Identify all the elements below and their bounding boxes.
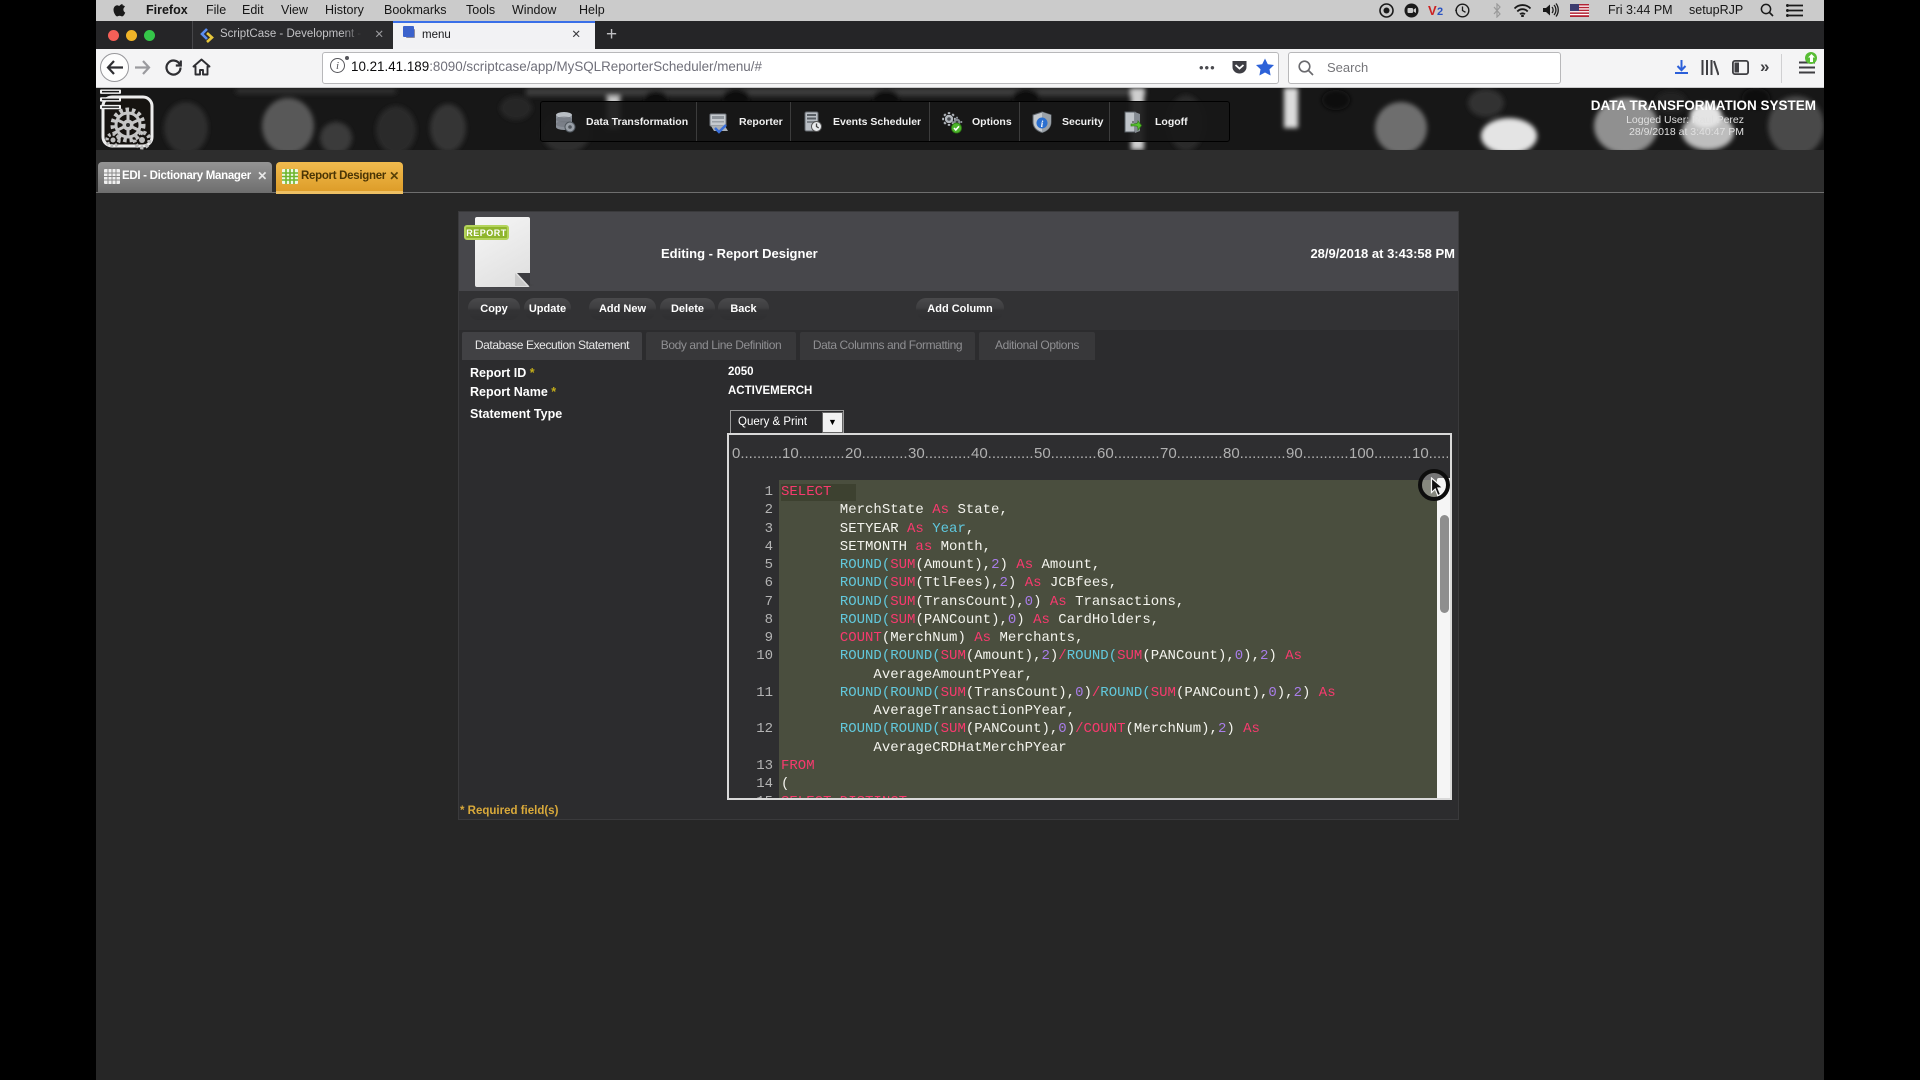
svg-text:V: V bbox=[1428, 3, 1437, 18]
svg-text:2: 2 bbox=[1437, 6, 1443, 18]
